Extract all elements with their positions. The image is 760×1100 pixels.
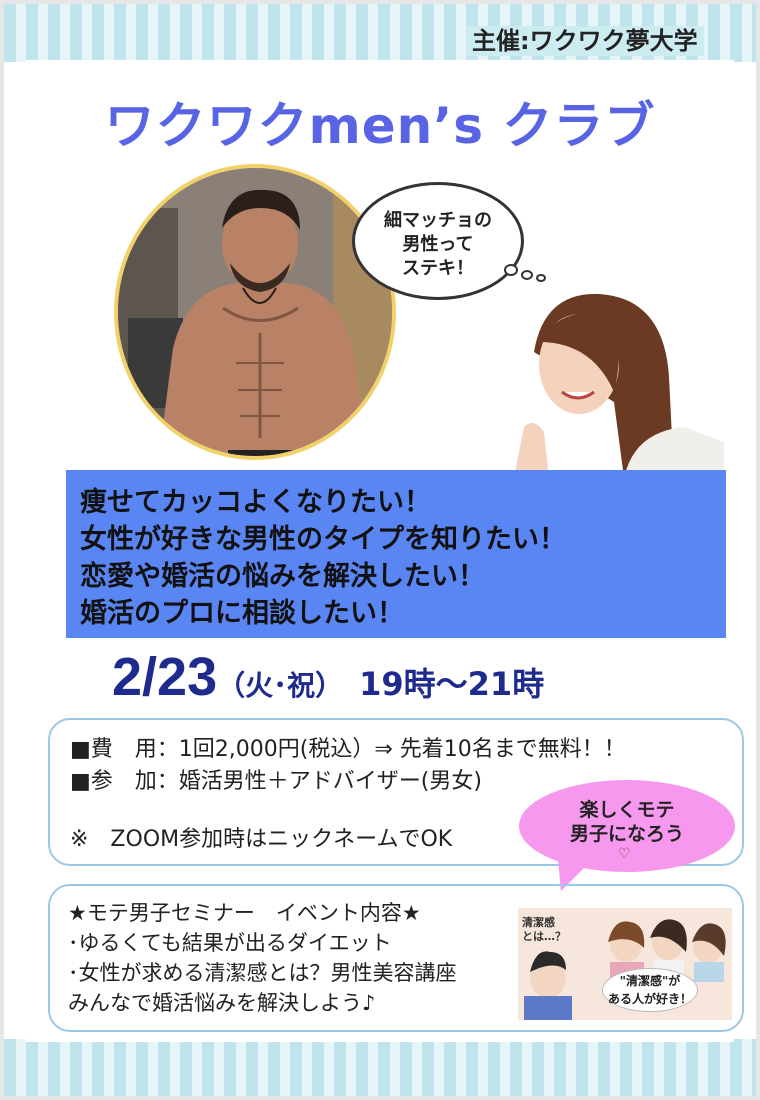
goal-item: 婚活のプロに相談したい！: [80, 598, 404, 629]
anime-illustration: 清潔感 とは…？ "清潔感"が ある人が好き！: [518, 908, 732, 1020]
flyer: 主催:ワクワク夢大学 ワクワクmen’s クラブ 細マッチョの 男性って ステキ…: [4, 4, 756, 1096]
oval-line: "清潔感"が: [619, 974, 681, 988]
illustration-question-line: とは…？: [522, 930, 566, 943]
thought-line-2: 男性って: [402, 234, 474, 255]
goal-item: 女性が好きな男性のタイプを知りたい！: [80, 524, 566, 555]
woman-photo: [474, 282, 724, 478]
oval-line: ある人が好き！: [607, 992, 692, 1006]
thought-dot: [521, 270, 533, 280]
page-title: ワクワクmen’s クラブ: [104, 97, 656, 155]
goals-box: 痩せてカッコよくなりたい！ 女性が好きな男性のタイプを知りたい！ 恋愛や婚活の悩…: [66, 470, 726, 638]
goal-item: 恋愛や婚活の悩みを解決したい！: [80, 561, 485, 592]
event-date: 2/23（火･祝） 19時～21時: [112, 646, 544, 708]
illustration-question-line: 清潔感: [522, 916, 555, 929]
muscular-man-photo: [114, 164, 396, 460]
thought-line-3: ステキ！: [402, 258, 474, 279]
date-day: 2/23: [112, 647, 218, 707]
illustration-question: 清潔感 とは…？: [522, 916, 566, 944]
date-weekday: （火･祝）: [217, 669, 344, 702]
date-time: 19時～21時: [359, 665, 545, 703]
illustration-oval-caption: "清潔感"が ある人が好き！: [602, 968, 698, 1012]
organizer-label: 主催:ワクワク夢大学: [466, 26, 704, 56]
goal-item: 痩せてカッコよくなりたい！: [80, 487, 431, 518]
bottom-stripe-border: [4, 1039, 756, 1096]
pink-line-1: 楽しくモテ: [579, 799, 675, 821]
fee-text: ■費 用：1回2,000円(税込）⇒ 先着10名まで無料！！: [70, 737, 626, 762]
heart-icon: ♡: [618, 846, 631, 862]
thought-line-1: 細マッチョの: [384, 210, 492, 231]
thought-bubble: 細マッチョの 男性って ステキ！: [352, 182, 524, 300]
thought-dot: [536, 274, 546, 282]
thought-dot: [504, 264, 518, 276]
pink-line-2: 男子になろう: [569, 823, 684, 845]
